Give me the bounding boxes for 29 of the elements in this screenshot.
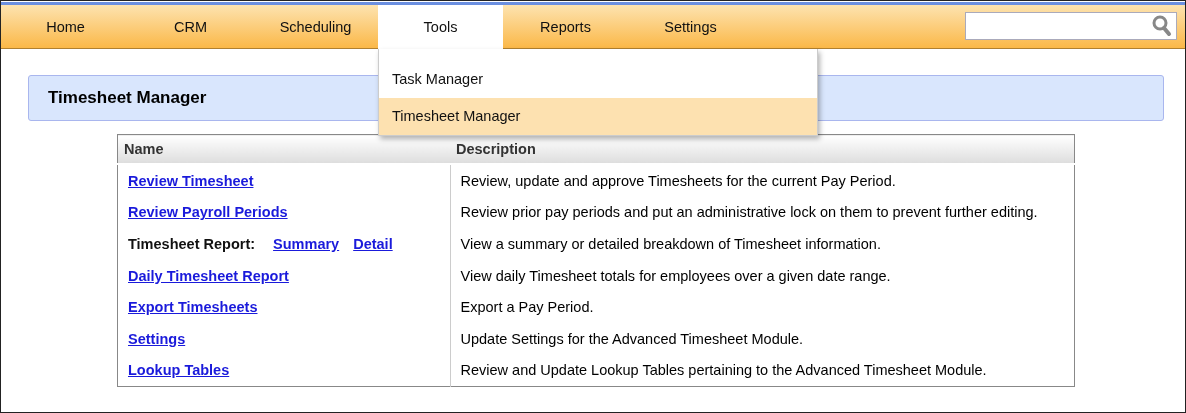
page-title: Timesheet Manager	[48, 88, 207, 108]
nav-tab[interactable]: Tools	[378, 5, 503, 49]
tool-link[interactable]: Daily Timesheet Report	[128, 267, 289, 284]
description-text: Review, update and approve Timesheets for the current Pay Period.	[460, 172, 896, 189]
nav-tab[interactable]: Scheduling	[253, 5, 378, 48]
description-text: Export a Pay Period.	[460, 299, 594, 316]
description-text: Update Settings for the Advanced Timesheet Module.	[460, 330, 804, 347]
report-label: Timesheet Report:	[128, 236, 256, 252]
nav-tab[interactable]: Settings	[628, 5, 753, 48]
report-link[interactable]: Detail	[353, 236, 393, 252]
report-link[interactable]: Summary	[273, 236, 340, 252]
nav-tab[interactable]: Home	[3, 5, 128, 48]
description-text: View daily Timesheet totals for employees over a given date range.	[460, 267, 891, 284]
nav-tab[interactable]: Reports	[503, 5, 628, 48]
column-header: Name	[117, 134, 450, 164]
search-icon[interactable]	[1152, 15, 1172, 37]
tool-link[interactable]: Review Payroll Periods	[128, 204, 288, 221]
search-field[interactable]	[965, 12, 1177, 40]
tool-link[interactable]: Export Timesheets	[128, 299, 258, 316]
tool-link[interactable]: Review Timesheet	[128, 172, 254, 189]
description-text: Review and Update Lookup Tables pertaining to the Advanced Timesheet Module.	[460, 362, 987, 379]
column-header: Description	[450, 134, 1075, 164]
description-text: Review prior pay periods and put an administrative lock on them to prevent further editing.	[460, 204, 1038, 221]
menu-item[interactable]: Task Manager	[379, 61, 817, 98]
tool-link[interactable]: Lookup Tables	[128, 362, 230, 379]
tool-link[interactable]: Settings	[128, 330, 186, 347]
menu-item[interactable]: Timesheet Manager	[379, 98, 817, 135]
description-text: View a summary or detailed breakdown of Timesheet information.	[460, 236, 881, 252]
nav-tab[interactable]: CRM	[128, 5, 253, 48]
